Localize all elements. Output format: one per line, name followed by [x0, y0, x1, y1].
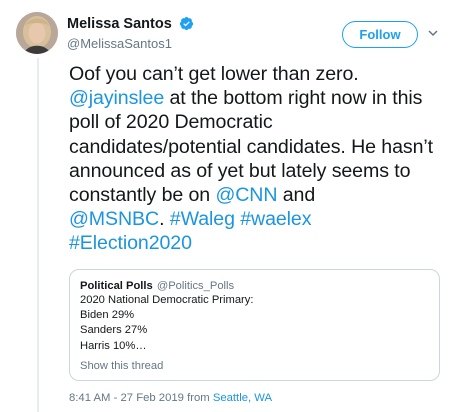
- quoted-line: 2020 National Democratic Primary:: [80, 294, 254, 306]
- thread-connector-line: [37, 58, 39, 412]
- verified-badge-icon: [180, 17, 194, 31]
- quoted-author-name: Political Polls: [80, 280, 153, 292]
- hashtag-waleg[interactable]: #Waleg: [170, 208, 235, 230]
- mention-msnbc[interactable]: @MSNBC: [69, 208, 159, 230]
- author-handle[interactable]: @MelissaSantos1: [67, 36, 194, 51]
- tweet-header: Melissa Santos @MelissaSantos1 Follow: [16, 12, 446, 60]
- show-thread-link[interactable]: Show this thread: [80, 359, 163, 373]
- mention-jayinslee[interactable]: @jayinslee: [69, 87, 164, 109]
- hashtag-waelex[interactable]: #waelex: [240, 208, 311, 230]
- quoted-tweet-header: Political Polls @Politics_Polls: [80, 279, 429, 293]
- quoted-line: Sanders 27%: [80, 324, 148, 337]
- avatar[interactable]: [16, 12, 58, 54]
- tweet-text: Oof you can’t get lower than zero. @jayi…: [69, 63, 433, 255]
- timestamp[interactable]: 8:41 AM - 27 Feb 2019 from: [69, 392, 213, 404]
- author-names: Melissa Santos @MelissaSantos1: [67, 15, 194, 51]
- quoted-tweet-card[interactable]: Political Polls @Politics_Polls 2020 Nat…: [69, 269, 440, 381]
- quoted-line: Harris 10%…: [80, 339, 147, 352]
- display-name[interactable]: Melissa Santos: [67, 16, 172, 32]
- quoted-author-handle: @Politics_Polls: [156, 280, 235, 292]
- follow-button[interactable]: Follow: [342, 21, 418, 48]
- chevron-down-icon[interactable]: [426, 26, 440, 40]
- tweet-metadata: 8:41 AM - 27 Feb 2019 from Seattle, WA: [69, 392, 272, 404]
- quoted-line: Biden 29%: [80, 309, 135, 322]
- mention-cnn[interactable]: @CNN: [215, 184, 277, 206]
- hashtag-election2020[interactable]: #Election2020: [69, 232, 192, 254]
- location-link[interactable]: Seattle, WA: [213, 392, 272, 404]
